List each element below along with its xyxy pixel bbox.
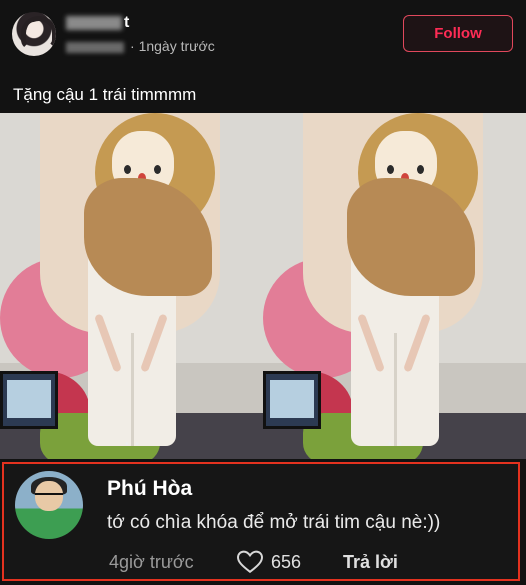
leg-gap [131,333,134,446]
follow-button[interactable]: Follow [403,15,513,52]
poster-eye [154,165,161,174]
post-header: t · 1ngày trước Follow [0,0,526,78]
post-media[interactable]: • • • • [0,113,526,459]
laptop [263,371,321,429]
post-time: 1ngày trước [138,38,215,54]
meta-separator: · [130,38,135,54]
highlighted-comment: Phú Hòa tớ có chìa khóa để mở trái tim c… [2,462,520,581]
laptop [0,371,58,429]
commenter-avatar[interactable] [15,471,83,539]
laptop-screen [7,380,51,418]
like-count: 656 [271,552,302,572]
blurred-name [66,15,122,30]
author-name[interactable]: t [66,14,129,32]
photo-left[interactable]: • • [0,113,263,459]
avatar-face [27,22,41,38]
post-caption: Tặng cậu 1 trái timmmm [13,85,197,104]
comment-time: 4giờ trước [109,552,194,572]
photo-right[interactable]: • • [263,113,526,459]
poster-eye [387,165,394,174]
commenter-glasses [35,493,63,501]
pager-dots: • • [388,439,404,450]
leg-gap [394,333,397,446]
commenter-name[interactable]: Phú Hòa [107,477,192,501]
laptop-screen [270,380,314,418]
blurred-handle [66,41,124,53]
reply-button[interactable]: Trả lời [343,552,398,573]
author-avatar[interactable] [12,12,56,56]
like-heart-icon[interactable] [236,550,264,574]
comment-text: tớ có chìa khóa để mở trái tim cậu nè:)) [107,512,441,533]
post-meta: · 1ngày trước [66,38,215,54]
pager-dots: • • [125,439,141,450]
poster-eye [124,165,131,174]
poster-eye [417,165,424,174]
